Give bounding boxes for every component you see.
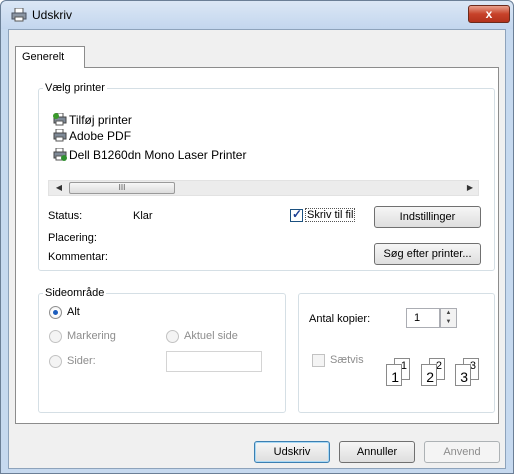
printer-item-dell-label: Dell B1260dn Mono Laser Printer [69, 148, 247, 162]
apply-button-label: Anvend [443, 446, 481, 458]
print-to-file-label[interactable]: Skriv til fil [304, 208, 356, 222]
printer-item-adobe-pdf-label: Adobe PDF [69, 129, 132, 143]
tab-general-label: Generelt [22, 51, 65, 63]
collate-page-front: 3 [455, 364, 471, 386]
printer-list-scrollbar[interactable]: ◀ III ▶ [48, 180, 479, 196]
page-range-selection-label[interactable]: Markering [67, 330, 116, 342]
collate-page-front: 1 [386, 364, 402, 386]
page-range-selection-radio[interactable] [49, 330, 62, 343]
apply-button[interactable]: Anvend [424, 441, 500, 463]
tab-general[interactable]: Generelt [15, 46, 85, 68]
page-range-current-radio[interactable] [166, 330, 179, 343]
collate-icon-group-2: 2 2 [419, 358, 447, 390]
preferences-button-label: Indstillinger [399, 211, 456, 223]
number-of-copies-value: 1 [414, 312, 421, 324]
collate-icon-group-3: 3 3 [453, 358, 481, 390]
number-of-copies-label: Antal kopier: [309, 313, 371, 325]
collate-icon-group-1: 1 1 [384, 358, 412, 390]
cancel-button-label: Annuller [356, 446, 398, 458]
find-printer-button-label: Søg efter printer... [383, 248, 472, 260]
print-button-label: Udskriv [273, 446, 311, 458]
comment-label: Kommentar: [48, 251, 108, 263]
number-of-copies-input[interactable]: 1 [406, 308, 440, 328]
spin-down-icon[interactable]: ▼ [441, 318, 456, 327]
find-printer-button[interactable]: Søg efter printer... [374, 243, 481, 265]
location-label: Placering: [48, 232, 97, 244]
collate-page-front: 2 [421, 364, 437, 386]
close-button[interactable]: x [468, 5, 510, 23]
collate-label[interactable]: Sætvis [330, 354, 364, 366]
print-button[interactable]: Udskriv [254, 441, 330, 463]
window-title: Udskriv [32, 8, 73, 22]
select-printer-legend: Vælg printer [43, 82, 107, 94]
page-range-all-label[interactable]: Alt [67, 306, 80, 318]
page-range-pages-label[interactable]: Sider: [67, 355, 96, 367]
scroll-left-icon[interactable]: ◀ [51, 181, 67, 195]
copies-spinner[interactable]: ▲ ▼ [440, 308, 457, 328]
cancel-button[interactable]: Annuller [339, 441, 415, 463]
page-range-pages-radio[interactable] [49, 355, 62, 368]
printer-item-add-label: Tilføj printer [69, 113, 132, 127]
collate-checkbox[interactable] [312, 354, 325, 367]
copies-group [298, 293, 495, 413]
printer-icon [11, 8, 27, 22]
default-printer-icon [53, 148, 67, 161]
print-to-file-checkbox[interactable] [290, 207, 303, 222]
scrollbar-thumb[interactable]: III [69, 182, 175, 194]
close-icon: x [485, 7, 493, 21]
page-range-all-radio[interactable] [49, 306, 62, 319]
preferences-button[interactable]: Indstillinger [374, 206, 481, 228]
page-range-legend: Sideområde [43, 287, 107, 299]
printer-icon [53, 129, 67, 142]
status-value: Klar [133, 210, 153, 222]
pages-input[interactable] [166, 351, 262, 372]
scroll-right-icon[interactable]: ▶ [462, 181, 478, 195]
page-range-current-label[interactable]: Aktuel side [184, 330, 238, 342]
title-bar[interactable]: Udskriv x [1, 1, 513, 29]
status-label: Status: [48, 210, 83, 222]
add-printer-icon [53, 113, 67, 126]
spin-up-icon[interactable]: ▲ [441, 309, 456, 318]
